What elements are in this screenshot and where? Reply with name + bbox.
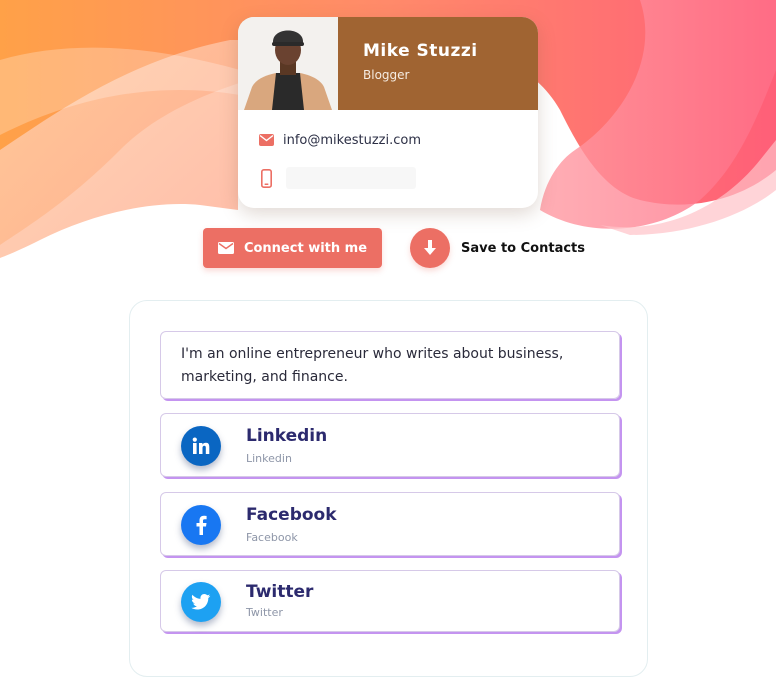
social-title: Facebook [246, 505, 337, 525]
phone-text[interactable] [286, 167, 416, 189]
save-contacts-button[interactable]: Save to Contacts [410, 228, 585, 268]
social-link-linkedin[interactable]: Linkedin Linkedin [160, 413, 620, 477]
email-row[interactable]: info@mikestuzzi.com [258, 130, 421, 150]
avatar [238, 17, 338, 110]
social-title: Twitter [246, 582, 314, 602]
social-subtitle: Twitter [246, 606, 283, 619]
facebook-icon [181, 505, 221, 545]
content-card: I'm an online entrepreneur who writes ab… [129, 300, 648, 677]
download-arrow-icon[interactable] [410, 228, 450, 268]
envelope-icon [217, 242, 234, 254]
connect-button-label: Connect with me [243, 240, 368, 256]
envelope-icon [258, 130, 274, 150]
social-subtitle: Linkedin [246, 452, 292, 465]
profile-role: Blogger [363, 68, 410, 82]
save-contacts-label[interactable]: Save to Contacts [461, 241, 585, 256]
phone-row[interactable] [258, 167, 416, 189]
profile-header: Mike Stuzzi Blogger [238, 17, 538, 110]
social-title: Linkedin [246, 426, 328, 446]
twitter-icon [181, 582, 221, 622]
bio-text: I'm an online entrepreneur who writes ab… [160, 331, 620, 399]
social-subtitle: Facebook [246, 531, 298, 544]
email-text[interactable]: info@mikestuzzi.com [283, 133, 421, 148]
social-link-facebook[interactable]: Facebook Facebook [160, 492, 620, 556]
linkedin-icon [181, 426, 221, 466]
connect-button[interactable]: Connect with me [203, 228, 382, 268]
profile-card: Mike Stuzzi Blogger info@mikestuzzi.com [238, 17, 538, 208]
profile-name: Mike Stuzzi [363, 41, 478, 61]
social-link-twitter[interactable]: Twitter Twitter [160, 570, 620, 632]
phone-icon [258, 168, 274, 188]
